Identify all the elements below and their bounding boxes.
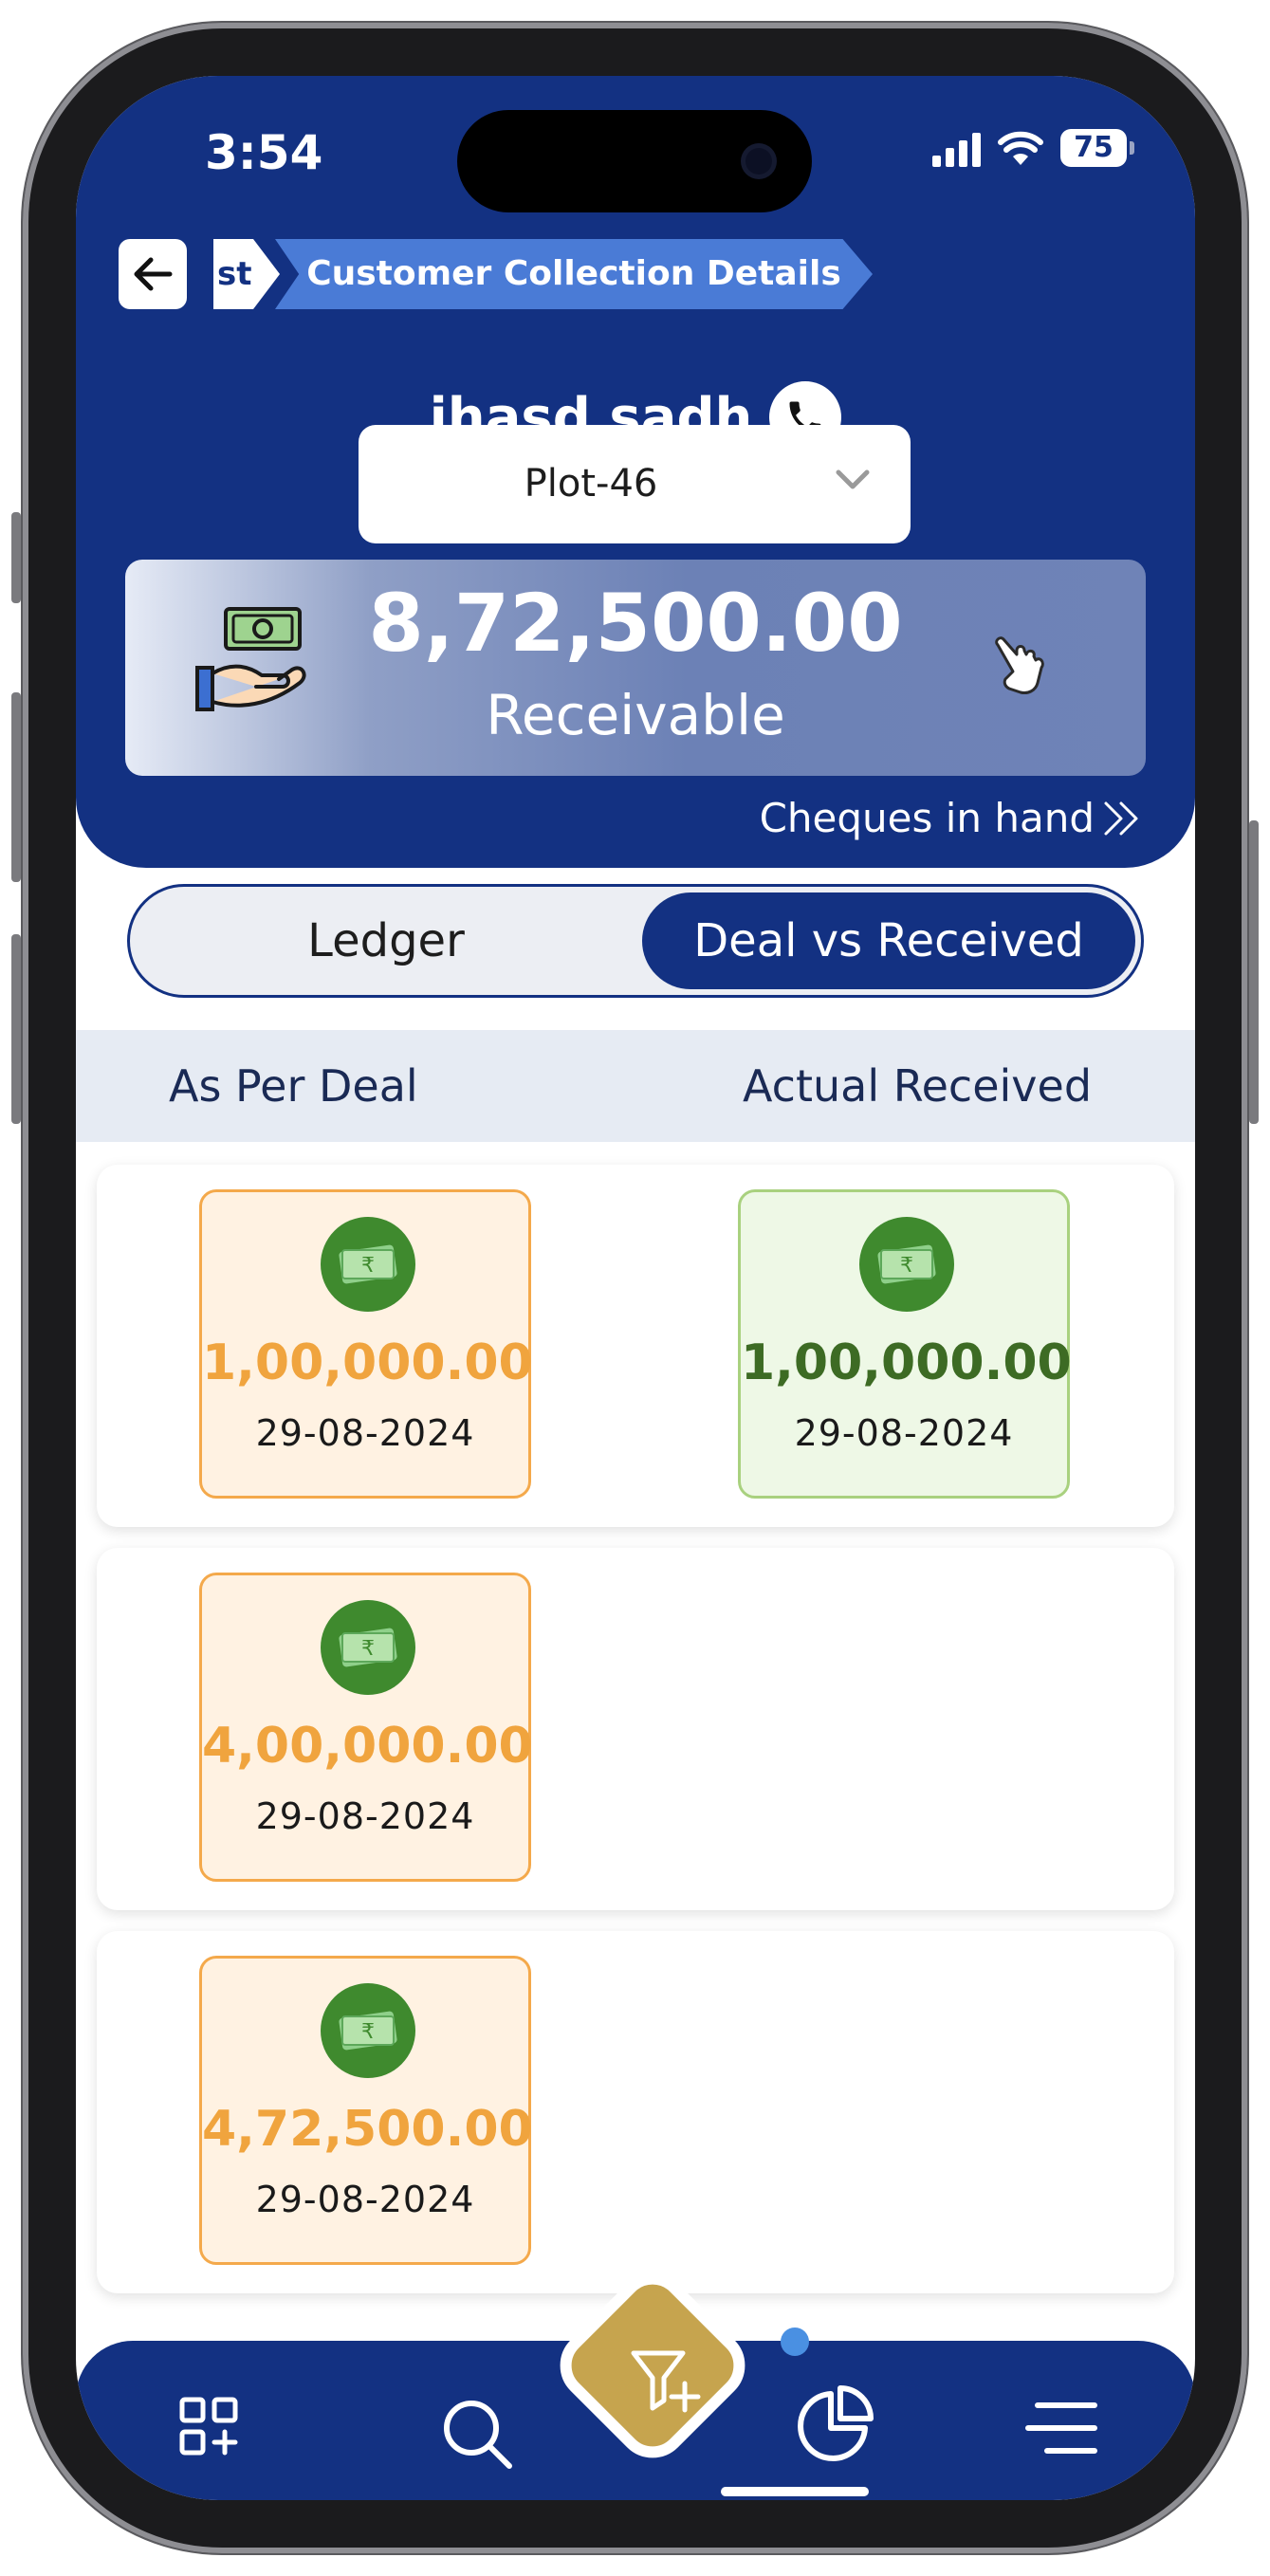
wifi-icon xyxy=(998,131,1043,165)
pie-chart-icon[interactable] xyxy=(795,2384,874,2464)
deal-date: 29-08-2024 xyxy=(255,1412,475,1454)
collection-row: ₹ 1,00,000.00 29-08-2024 ₹ 1,00,000.00 2… xyxy=(97,1165,1174,1527)
deal-payment-card[interactable]: ₹ 4,72,500.00 29-08-2024 xyxy=(199,1956,533,2265)
deal-amount: 4,72,500.00 xyxy=(202,2101,533,2158)
column-header: As Per Deal Actual Received xyxy=(76,1030,1195,1142)
menu-icon[interactable] xyxy=(1024,2400,1100,2456)
app-screen: 3:54 75 st Customer Collection Details j… xyxy=(76,76,1195,2500)
breadcrumb-current: Customer Collection Details xyxy=(275,239,873,309)
svg-text:₹: ₹ xyxy=(361,1637,375,1661)
deal-date: 29-08-2024 xyxy=(255,2179,475,2220)
collection-row: ₹ 4,00,000.00 29-08-2024 xyxy=(97,1548,1174,1910)
received-payment-card[interactable]: ₹ 1,00,000.00 29-08-2024 xyxy=(738,1189,1072,1499)
deal-payment-card[interactable]: ₹ 4,00,000.00 29-08-2024 xyxy=(199,1573,533,1882)
plot-dropdown[interactable]: Plot-46 xyxy=(359,425,911,543)
volume-up-button xyxy=(11,692,21,882)
tab-deal-vs-received[interactable]: Deal vs Received xyxy=(642,892,1135,989)
cash-icon: ₹ xyxy=(321,1983,415,2078)
tab-ledger[interactable]: Ledger xyxy=(130,887,642,995)
volume-down-button xyxy=(11,934,21,1124)
arrow-left-icon xyxy=(134,257,173,291)
search-icon[interactable] xyxy=(439,2396,515,2472)
header: 3:54 75 st Customer Collection Details j… xyxy=(76,76,1195,868)
view-toggle: Ledger Deal vs Received xyxy=(127,884,1144,998)
battery-icon: 75 xyxy=(1060,129,1134,167)
back-button[interactable] xyxy=(119,239,187,309)
plot-dropdown-value: Plot-46 xyxy=(524,462,658,506)
received-date: 29-08-2024 xyxy=(794,1412,1014,1454)
mute-switch xyxy=(11,512,21,603)
svg-text:₹: ₹ xyxy=(361,2020,375,2044)
cash-icon: ₹ xyxy=(321,1217,415,1312)
breadcrumb-previous[interactable]: st xyxy=(213,239,280,309)
power-button xyxy=(1249,820,1259,1124)
hand-pointer-icon xyxy=(995,636,1044,694)
svg-text:₹: ₹ xyxy=(900,1254,913,1278)
collection-row: ₹ 4,72,500.00 29-08-2024 xyxy=(97,1931,1174,2293)
column-actual-received: Actual Received xyxy=(743,1060,1093,1112)
chevron-down-icon xyxy=(836,469,870,489)
deal-amount: 1,00,000.00 xyxy=(202,1334,533,1391)
deal-amount: 4,00,000.00 xyxy=(202,1718,533,1775)
cheques-label: Cheques in hand xyxy=(759,795,1095,841)
status-icons: 75 xyxy=(932,129,1134,167)
received-amount: 1,00,000.00 xyxy=(741,1334,1072,1391)
receivable-card[interactable]: 8,72,500.00 Receivable xyxy=(125,560,1146,776)
filter-add-icon xyxy=(631,2350,701,2413)
notification-dot xyxy=(781,2328,809,2356)
dynamic-island xyxy=(457,110,812,212)
column-as-per-deal: As Per Deal xyxy=(169,1060,418,1112)
deal-payment-card[interactable]: ₹ 1,00,000.00 29-08-2024 xyxy=(199,1189,533,1499)
cash-icon: ₹ xyxy=(859,1217,954,1312)
home-indicator xyxy=(721,2487,869,2496)
dashboard-add-icon[interactable] xyxy=(178,2396,239,2456)
status-time: 3:54 xyxy=(205,125,323,180)
cash-icon: ₹ xyxy=(321,1600,415,1695)
deal-date: 29-08-2024 xyxy=(255,1795,475,1837)
cheques-in-hand-link[interactable]: Cheques in hand xyxy=(760,795,1142,841)
signal-icon xyxy=(932,133,981,167)
double-chevron-right-icon xyxy=(1104,801,1138,835)
svg-text:₹: ₹ xyxy=(361,1254,375,1278)
